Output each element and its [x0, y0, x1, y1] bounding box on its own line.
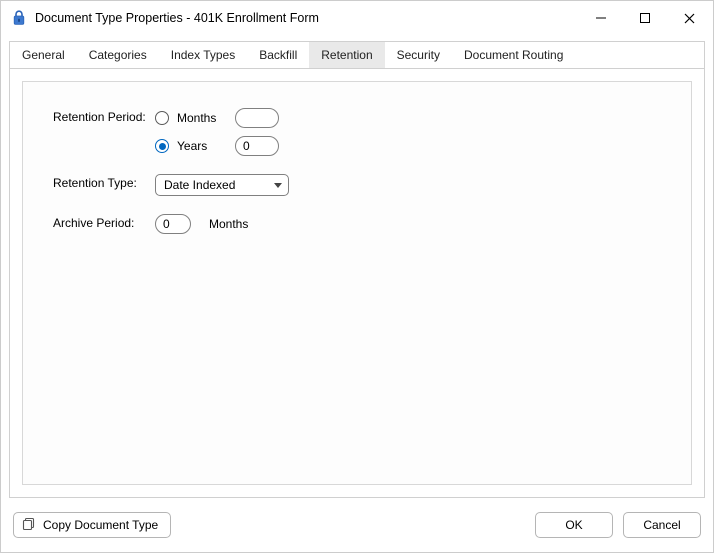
retention-period-row: Retention Period: Months Years [53, 108, 673, 156]
copy-button-label: Copy Document Type [43, 518, 158, 532]
months-value-input[interactable] [235, 108, 279, 128]
years-radio-label: Years [177, 139, 227, 153]
tab-security[interactable]: Security [385, 42, 452, 68]
tab-panel: Retention Period: Months Years R [9, 69, 705, 498]
tab-label: Retention [321, 48, 372, 62]
cancel-button-label: Cancel [643, 518, 680, 532]
ok-button[interactable]: OK [535, 512, 613, 538]
retention-type-label: Retention Type: [53, 174, 155, 190]
chevron-down-icon [274, 183, 282, 188]
retention-panel: Retention Period: Months Years R [22, 81, 692, 485]
tab-strip: General Categories Index Types Backfill … [9, 41, 705, 69]
tab-label: General [22, 48, 65, 62]
dialog-footer: Copy Document Type OK Cancel [1, 506, 713, 552]
titlebar: Document Type Properties - 401K Enrollme… [1, 1, 713, 35]
minimize-button[interactable] [579, 3, 623, 33]
tab-retention[interactable]: Retention [309, 42, 384, 68]
window: Document Type Properties - 401K Enrollme… [0, 0, 714, 553]
years-value-input[interactable] [235, 136, 279, 156]
copy-icon [22, 517, 36, 534]
maximize-button[interactable] [623, 3, 667, 33]
tab-general[interactable]: General [10, 42, 77, 68]
tab-label: Backfill [259, 48, 297, 62]
cancel-button[interactable]: Cancel [623, 512, 701, 538]
archive-unit-label: Months [209, 217, 248, 231]
close-button[interactable] [667, 3, 711, 33]
window-title: Document Type Properties - 401K Enrollme… [35, 11, 579, 25]
retention-type-row: Retention Type: Date Indexed [53, 174, 673, 196]
copy-document-type-button[interactable]: Copy Document Type [13, 512, 171, 538]
retention-period-label: Retention Period: [53, 108, 155, 124]
tab-categories[interactable]: Categories [77, 42, 159, 68]
tab-label: Index Types [171, 48, 236, 62]
tab-label: Categories [89, 48, 147, 62]
tab-label: Document Routing [464, 48, 563, 62]
window-controls [579, 3, 711, 33]
ok-button-label: OK [565, 518, 582, 532]
tab-backfill[interactable]: Backfill [247, 42, 309, 68]
radio-icon [155, 111, 169, 125]
tab-index-types[interactable]: Index Types [159, 42, 248, 68]
archive-period-row: Archive Period: Months [53, 214, 673, 234]
archive-value-input[interactable] [155, 214, 191, 234]
lock-icon [11, 10, 27, 26]
retention-type-select[interactable]: Date Indexed [155, 174, 289, 196]
retention-months-option[interactable]: Months [155, 108, 279, 128]
archive-period-label: Archive Period: [53, 214, 155, 230]
months-radio-label: Months [177, 111, 227, 125]
tab-label: Security [397, 48, 440, 62]
radio-icon [155, 139, 169, 153]
retention-years-option[interactable]: Years [155, 136, 279, 156]
retention-type-value: Date Indexed [164, 178, 235, 192]
tab-document-routing[interactable]: Document Routing [452, 42, 575, 68]
